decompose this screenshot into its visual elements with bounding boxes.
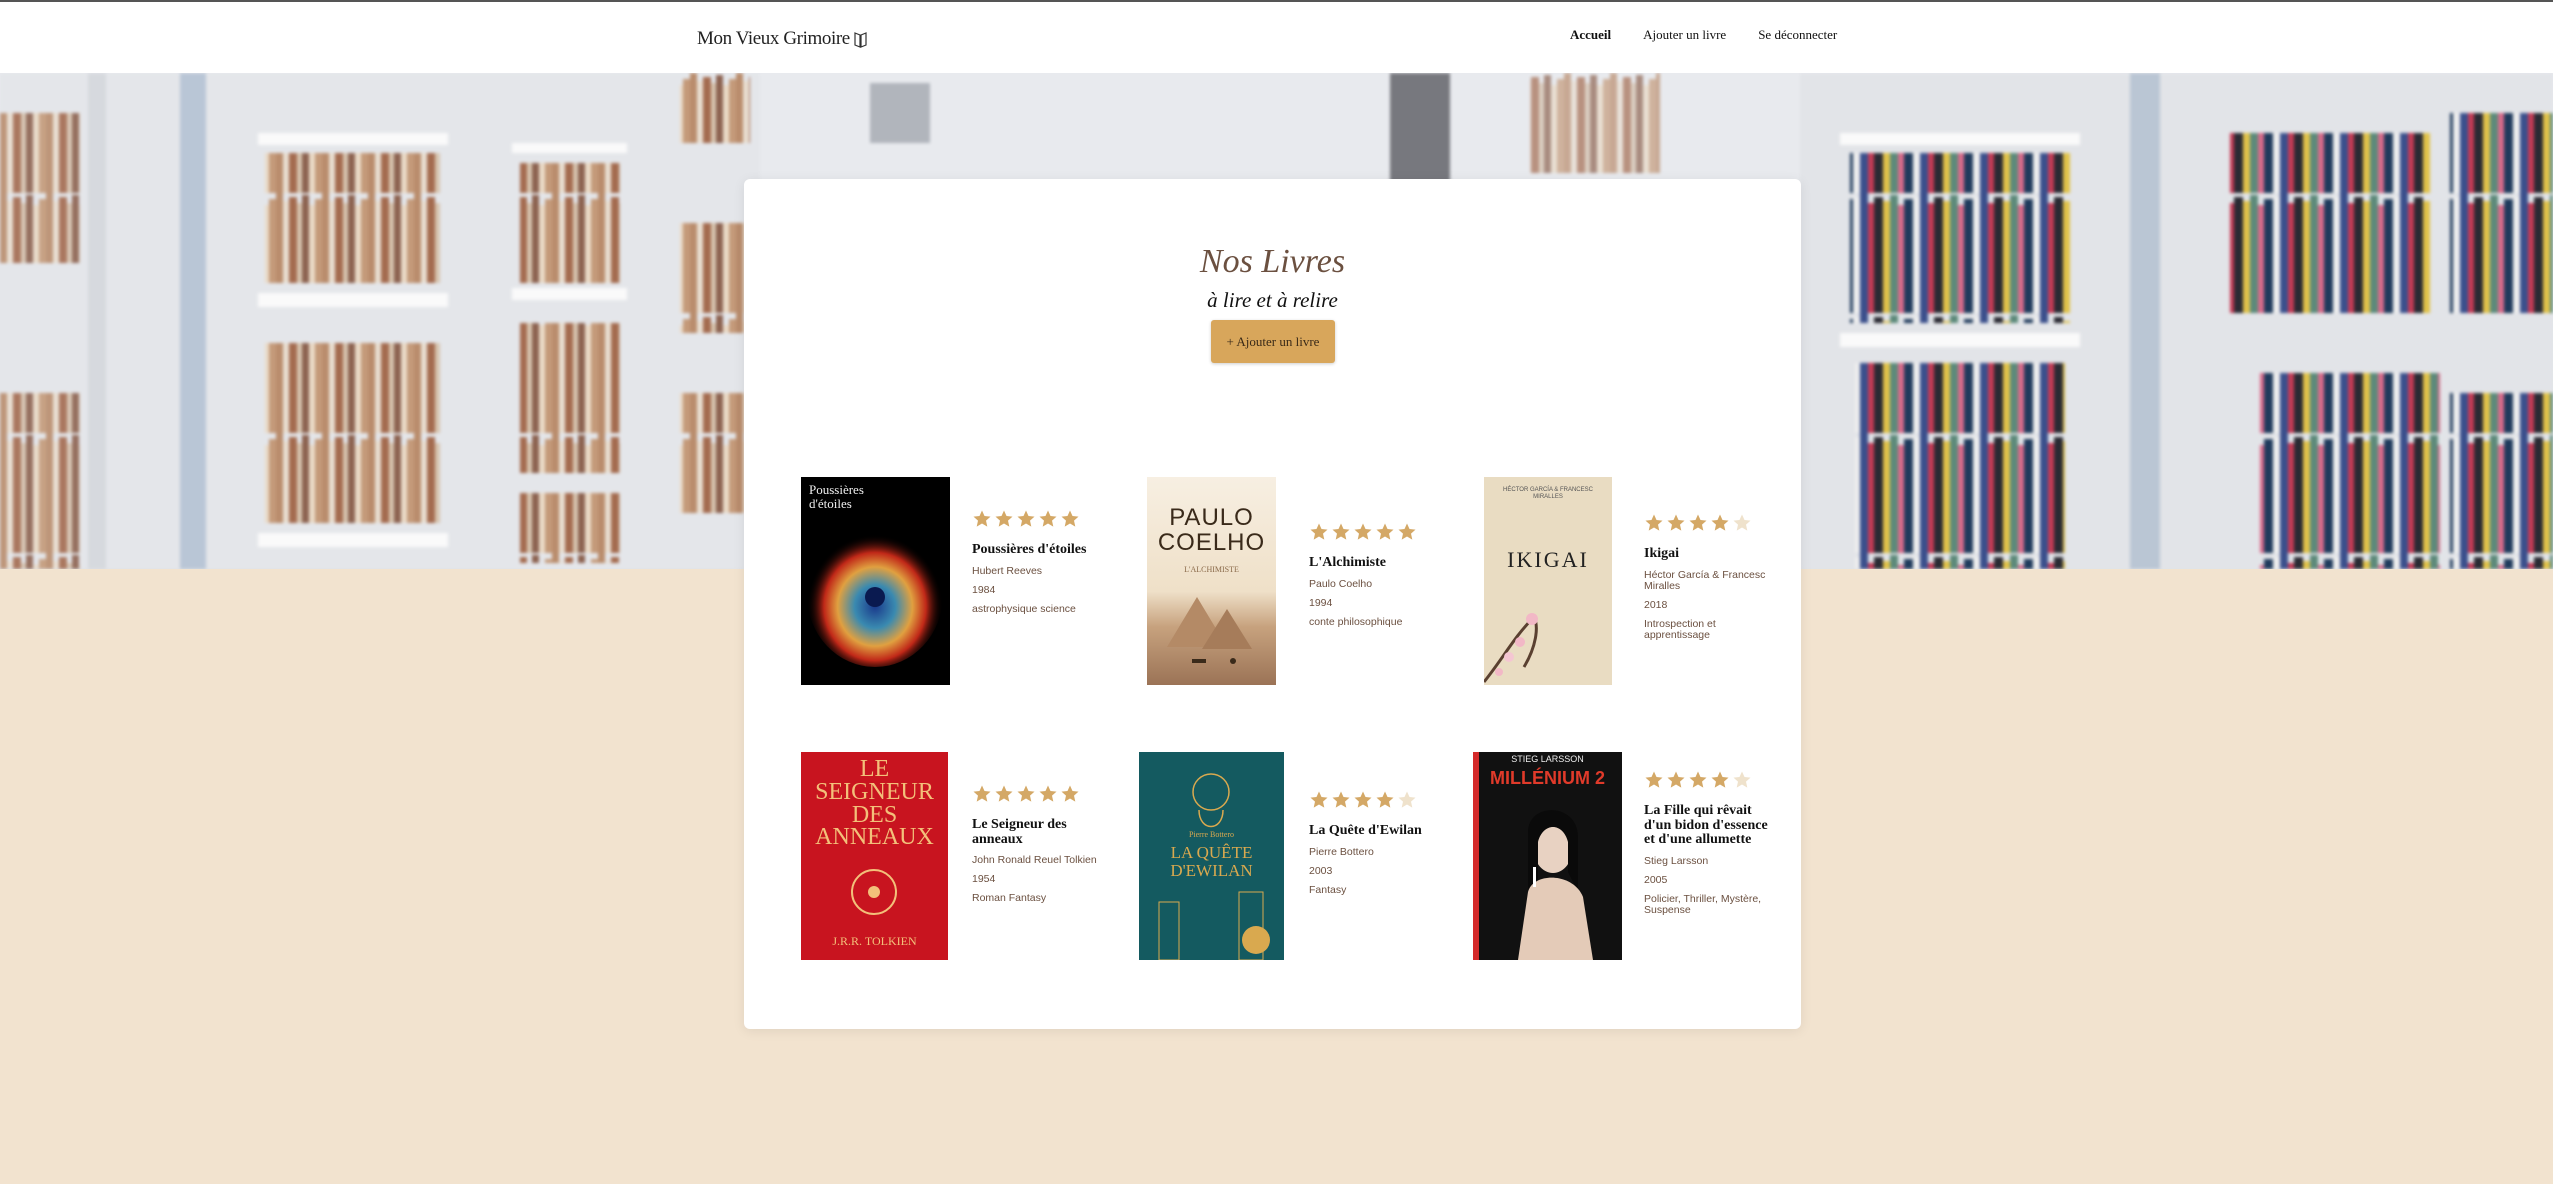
logo-text: Mon Vieux Grimoire: [697, 28, 850, 49]
book-author: Pierre Bottero: [1309, 845, 1374, 858]
star-icon: [1061, 510, 1079, 527]
star-icon: [1689, 771, 1707, 788]
book-cover[interactable]: LE SEIGNEUR DES ANNEAUX J.R.R. TOLKIEN: [801, 752, 948, 960]
cover-title: Poussières d'étoiles: [809, 482, 864, 511]
rating-stars: [1644, 770, 1769, 792]
nav-accueil[interactable]: Accueil: [1570, 27, 1611, 43]
book-author: John Ronald Reuel Tolkien: [972, 854, 1097, 867]
ring-emblem-icon: [851, 869, 897, 915]
cover-subtitle: J.R.R. TOLKIEN: [832, 934, 917, 948]
book-year: 1954: [972, 873, 996, 886]
book-cover[interactable]: Poussières d'étoiles: [801, 477, 950, 685]
cover-title: PAULO COELHO: [1157, 504, 1266, 557]
books-card: Nos Livres à lire et à relire + Ajouter …: [744, 179, 1801, 1029]
star-icon: [1039, 510, 1057, 527]
book-year: 2003: [1309, 864, 1333, 877]
star-icon: [1332, 523, 1350, 540]
book-year: 1994: [1309, 596, 1333, 609]
star-icon: [1376, 523, 1394, 540]
book-info: L'Alchimiste Paulo Coelho 1994 conte phi…: [1309, 522, 1434, 628]
star-icon: [1039, 785, 1057, 802]
star-icon: [1398, 791, 1416, 808]
book-info: La Quête d'Ewilan Pierre Bottero 2003 Fa…: [1309, 790, 1434, 896]
star-icon: [1689, 514, 1707, 531]
rating-stars: [1309, 522, 1434, 544]
star-icon: [1310, 523, 1328, 540]
star-icon: [1017, 510, 1035, 527]
nav-ajouter-livre[interactable]: Ajouter un livre: [1643, 27, 1726, 43]
star-icon: [973, 510, 991, 527]
book-year: 1984: [972, 583, 996, 596]
rating-stars: [1309, 790, 1434, 812]
star-icon: [973, 785, 991, 802]
book-logo-icon: [854, 31, 867, 48]
main-nav: Accueil Ajouter un livre Se déconnecter: [1570, 27, 1837, 43]
book-cover[interactable]: PAULO COELHO L'ALCHIMISTE: [1147, 477, 1276, 685]
book-title: L'Alchimiste: [1309, 555, 1386, 570]
book-info: La Fille qui rêvait d'un bidon d'essence…: [1644, 770, 1769, 916]
star-icon: [1061, 785, 1079, 802]
nav-deconnexion[interactable]: Se déconnecter: [1758, 27, 1837, 43]
book-author: Paulo Coelho: [1309, 577, 1373, 590]
add-book-button[interactable]: + Ajouter un livre: [1211, 320, 1335, 363]
book-title: Ikigai: [1644, 546, 1680, 561]
book-info: Le Seigneur des anneaux John Ronald Reue…: [972, 784, 1097, 904]
book-author: Stieg Larsson: [1644, 855, 1709, 868]
book-genre: Fantasy: [1309, 883, 1347, 896]
top-navbar: Mon Vieux Grimoire Accueil Ajouter un li…: [0, 0, 2553, 73]
star-icon: [1332, 791, 1350, 808]
book-title: Poussières d'étoiles: [972, 542, 1087, 557]
star-icon: [995, 510, 1013, 527]
star-icon: [1645, 771, 1663, 788]
rating-stars: [1644, 513, 1769, 535]
star-icon: [995, 785, 1013, 802]
star-icon: [1711, 514, 1729, 531]
star-icon: [1310, 791, 1328, 808]
book-cover[interactable]: HÉCTOR GARCÍA & FRANCESC MIRALLES IKIGAI: [1484, 477, 1612, 685]
book-genre: Roman Fantasy: [972, 892, 1047, 905]
book-title: Le Seigneur des anneaux: [972, 817, 1067, 847]
book-genre: Introspection et apprentissage: [1644, 617, 1716, 641]
star-icon: [1017, 785, 1035, 802]
rating-stars: [972, 509, 1097, 531]
book-genre: conte philosophique: [1309, 615, 1403, 628]
star-icon: [1733, 771, 1751, 788]
woman-portrait-image: [1518, 810, 1593, 960]
book-author: Héctor García & Francesc Miralles: [1644, 568, 1766, 592]
cover-title: LA QUÊTE D'EWILAN: [1170, 843, 1253, 880]
rating-stars: [972, 784, 1097, 806]
star-icon: [1645, 514, 1663, 531]
cherry-blossom-image: [1484, 613, 1538, 683]
cover-subtitle: Pierre Bottero: [1188, 830, 1235, 839]
book-author: Hubert Reeves: [972, 564, 1043, 577]
star-icon: [1667, 514, 1685, 531]
star-icon: [1354, 523, 1372, 540]
book-info: Ikigai Héctor García & Francesc Miralles…: [1644, 513, 1769, 641]
book-title: La Fille qui rêvait d'un bidon d'essence…: [1644, 803, 1768, 848]
cover-subtitle: L'ALCHIMISTE: [1184, 565, 1239, 574]
book-genre: Policier, Thriller, Mystère, Suspense: [1644, 893, 1762, 917]
book-info: Poussières d'étoiles Hubert Reeves 1984 …: [972, 509, 1097, 615]
book-genre: astrophysique science: [972, 602, 1076, 615]
book-title: La Quête d'Ewilan: [1309, 823, 1422, 838]
page-subtitle: à lire et à relire: [1207, 288, 1338, 312]
book-year: 2018: [1644, 598, 1668, 611]
star-icon: [1711, 771, 1729, 788]
star-icon: [1376, 791, 1394, 808]
site-logo[interactable]: Mon Vieux Grimoire: [697, 28, 867, 50]
star-icon: [1398, 523, 1416, 540]
book-cover[interactable]: STIEG LARSSON MILLÉNIUM 2: [1473, 752, 1622, 960]
star-icon: [1667, 771, 1685, 788]
star-icon: [1354, 791, 1372, 808]
page-title: Nos Livres: [1199, 243, 1346, 280]
star-icon: [1733, 514, 1751, 531]
book-cover[interactable]: Pierre Bottero LA QUÊTE D'EWILAN: [1139, 752, 1284, 960]
book-year: 2005: [1644, 874, 1668, 887]
